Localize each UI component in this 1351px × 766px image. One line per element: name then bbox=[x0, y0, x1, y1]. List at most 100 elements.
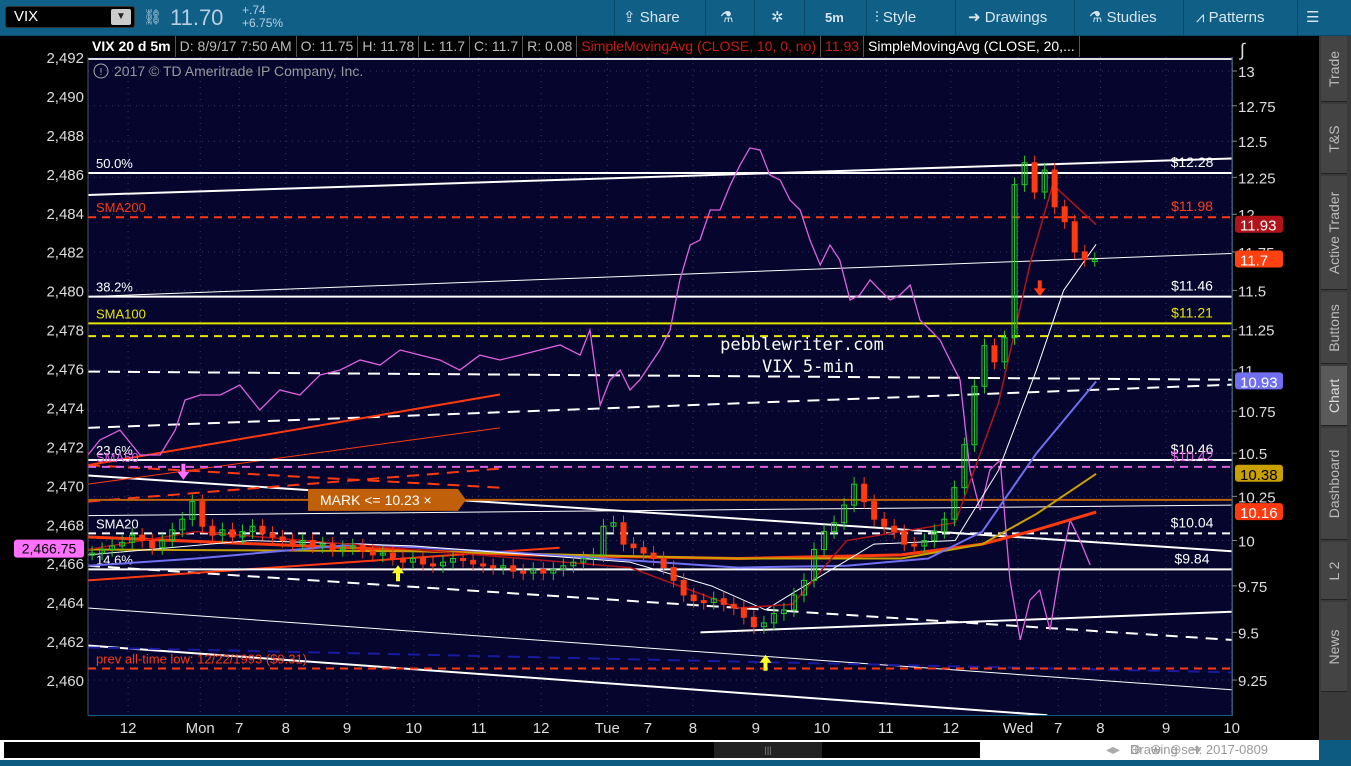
candle bbox=[149, 540, 156, 549]
last-price-value: 11.7 bbox=[1240, 253, 1268, 270]
time-tick-label: 8 bbox=[282, 720, 290, 737]
candle bbox=[690, 594, 697, 602]
candle bbox=[419, 558, 426, 565]
candle bbox=[630, 543, 637, 549]
candle bbox=[1081, 251, 1088, 261]
time-tick-label: 9 bbox=[1162, 720, 1170, 737]
candle bbox=[640, 547, 647, 554]
time-tick-label: 7 bbox=[235, 720, 243, 737]
candle bbox=[991, 345, 998, 363]
candle bbox=[429, 563, 436, 567]
right-tick-label: 12.75 bbox=[1238, 99, 1276, 116]
level-price-label: $10.42 bbox=[1171, 448, 1214, 464]
right-tick-label: 11.25 bbox=[1238, 323, 1274, 340]
study-curve-icon: ∫ bbox=[1238, 40, 1246, 60]
right-tick-label: 13 bbox=[1238, 64, 1255, 81]
last-price-value: 10.16 bbox=[1240, 505, 1278, 522]
candle bbox=[490, 565, 497, 569]
left-tick-label: 2,472 bbox=[46, 439, 84, 456]
level-label: 50.0% bbox=[96, 156, 133, 171]
info-icon-glyph: ! bbox=[100, 67, 103, 78]
level-price-label: $10.04 bbox=[1171, 514, 1214, 530]
candle bbox=[660, 558, 667, 569]
spx-last-value: 2,466.75 bbox=[22, 541, 77, 557]
right-tick-label: 12.25 bbox=[1238, 170, 1276, 187]
candle bbox=[329, 543, 336, 550]
candle bbox=[470, 559, 477, 565]
candle bbox=[861, 483, 868, 503]
level-price-label: $9.84 bbox=[1174, 550, 1209, 566]
level-label: 38.2% bbox=[96, 280, 133, 295]
left-tick-label: 2,484 bbox=[46, 206, 84, 223]
time-tick-label: 12 bbox=[943, 720, 960, 737]
price-chart[interactable]: 50.0% $12.28 SMA200 $11.98 38.2% $11.46 SMA100… bbox=[0, 0, 1351, 766]
last-price-value: 11.93 bbox=[1240, 218, 1276, 235]
candle bbox=[359, 545, 366, 552]
candle bbox=[1071, 221, 1078, 253]
candle bbox=[480, 563, 487, 567]
time-tick-label: 8 bbox=[1096, 720, 1104, 737]
candle bbox=[139, 534, 146, 542]
time-tick-label: 12 bbox=[533, 720, 550, 737]
candle bbox=[399, 558, 406, 563]
candle bbox=[510, 565, 517, 572]
time-tick-label: 7 bbox=[1054, 720, 1062, 737]
right-tick-label: 10 bbox=[1238, 534, 1255, 551]
time-tick-label: 10 bbox=[1223, 720, 1240, 737]
level-price-label: $11.98 bbox=[1171, 198, 1213, 214]
time-tick-label: Mon bbox=[186, 720, 215, 737]
left-tick-label: 2,476 bbox=[46, 362, 84, 379]
candle bbox=[389, 552, 396, 560]
candle bbox=[670, 567, 677, 581]
candle bbox=[750, 616, 757, 628]
left-tick-label: 2,482 bbox=[46, 245, 84, 262]
left-tick-label: 2,470 bbox=[46, 478, 84, 495]
time-tick-label: 11 bbox=[471, 720, 487, 737]
time-tick-label: 7 bbox=[644, 720, 652, 737]
candle bbox=[520, 570, 527, 574]
time-tick-label: 9 bbox=[343, 720, 351, 737]
candle bbox=[881, 518, 888, 527]
right-tick-label: 10.75 bbox=[1238, 404, 1276, 421]
candle bbox=[901, 531, 908, 545]
time-tick-label: 10 bbox=[814, 720, 831, 737]
left-tick-label: 2,460 bbox=[46, 673, 84, 690]
left-tick-label: 2,486 bbox=[46, 167, 84, 184]
candle bbox=[1061, 206, 1068, 223]
right-tick-label: 9.5 bbox=[1238, 625, 1259, 642]
left-tick-label: 2,464 bbox=[46, 595, 84, 612]
time-tick-label: Tue bbox=[595, 720, 620, 737]
level-label: SMA200 bbox=[96, 200, 146, 215]
candle bbox=[871, 501, 878, 520]
right-tick-label: 9.25 bbox=[1238, 673, 1267, 690]
level-label: SMA50 bbox=[96, 450, 139, 465]
candle bbox=[680, 579, 687, 596]
candle bbox=[700, 600, 707, 604]
left-tick-label: 2,466 bbox=[46, 556, 84, 573]
time-tick-label: Wed bbox=[1003, 720, 1034, 737]
right-tick-label: 11.5 bbox=[1238, 283, 1266, 300]
candle bbox=[620, 522, 627, 545]
left-tick-label: 2,488 bbox=[46, 128, 84, 145]
plot-background bbox=[88, 57, 1232, 715]
left-tick-label: 2,474 bbox=[46, 400, 84, 417]
left-tick-label: 2,480 bbox=[46, 284, 84, 301]
left-tick-label: 2,478 bbox=[46, 323, 84, 340]
level-price-label: $11.21 bbox=[1171, 304, 1213, 320]
mark-alert-label[interactable]: MARK <= 10.23 × bbox=[320, 492, 432, 508]
time-tick-label: 12 bbox=[120, 720, 137, 737]
time-tick-label: 8 bbox=[689, 720, 697, 737]
candle bbox=[269, 532, 276, 538]
right-tick-label: 12.5 bbox=[1238, 134, 1267, 151]
time-tick-label: 10 bbox=[405, 720, 422, 737]
level-label: SMA100 bbox=[96, 306, 146, 321]
level-price-label: $12.28 bbox=[1171, 154, 1214, 170]
copyright: 2017 © TD Ameritrade IP Company, Inc. bbox=[114, 63, 363, 79]
left-tick-label: 2,490 bbox=[46, 89, 84, 106]
candle bbox=[199, 501, 206, 527]
candle bbox=[309, 540, 316, 547]
candle bbox=[279, 536, 286, 542]
candle bbox=[369, 550, 376, 556]
candle bbox=[229, 529, 236, 538]
left-tick-label: 2,492 bbox=[46, 50, 84, 67]
